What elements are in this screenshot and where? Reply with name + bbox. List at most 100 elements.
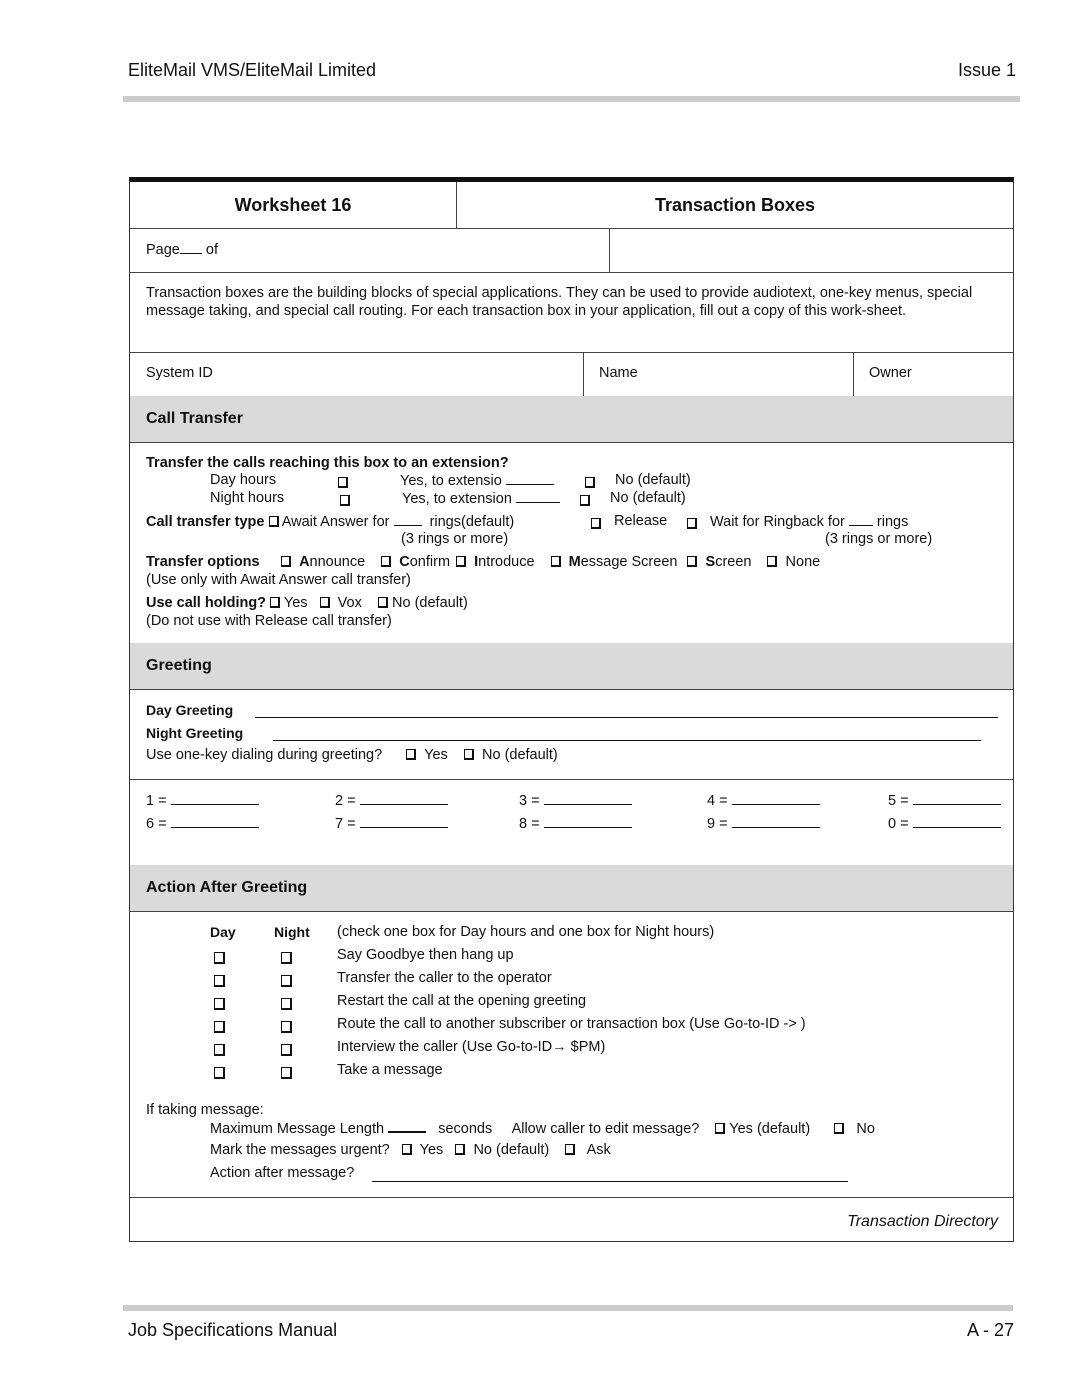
key-label: 3 = <box>519 793 540 809</box>
holding-vox-label: Vox <box>337 595 362 611</box>
transfer-option: None <box>767 554 820 570</box>
intro-row: Transaction boxes are the building block… <box>130 272 1013 353</box>
action-after-body: Day Night (check one box for Day hours a… <box>130 911 1013 1198</box>
one-key-yes-checkbox[interactable] <box>406 749 417 760</box>
holding-no-label: No (default) <box>392 595 468 611</box>
night-action-checkbox[interactable] <box>281 952 292 964</box>
key-assignment: 8 = <box>519 815 632 832</box>
await-answer-label: Await Answer for <box>281 514 390 530</box>
transfer-option-checkbox[interactable] <box>281 556 291 567</box>
day-no-checkbox[interactable] <box>585 477 595 488</box>
key-assignment-blank[interactable] <box>731 792 820 805</box>
urgent-ask-checkbox[interactable] <box>565 1144 576 1155</box>
night-yes-label: Yes, to extension <box>402 491 512 507</box>
night-greeting-blank[interactable] <box>273 740 981 741</box>
rings-default-label: rings(default) <box>429 514 515 530</box>
key-assignment-blank[interactable] <box>731 815 820 828</box>
allow-edit-label: Allow caller to edit message? <box>511 1121 700 1137</box>
id-fields-row: System ID Name Owner <box>130 352 1013 397</box>
transfer-option-checkbox[interactable] <box>550 556 561 567</box>
key-label: 8 = <box>519 816 540 832</box>
action-option-label: Say Goodbye then hang up <box>337 947 514 963</box>
edit-no-checkbox[interactable] <box>834 1123 845 1134</box>
day-action-checkbox[interactable] <box>214 975 225 987</box>
night-action-checkbox[interactable] <box>281 975 292 987</box>
transfer-option-checkbox[interactable] <box>381 556 392 567</box>
action-after-message-label: Action after message? <box>210 1165 355 1181</box>
day-yes-checkbox[interactable] <box>338 477 348 488</box>
key-assignment-blank[interactable] <box>912 792 1001 805</box>
night-hours-label: Night hours <box>210 490 285 506</box>
night-no-label: No (default) <box>610 490 686 506</box>
transfer-option-label: ntroduce <box>478 554 535 570</box>
one-key-no-checkbox[interactable] <box>463 749 474 760</box>
key-assignment-blank[interactable] <box>543 792 632 805</box>
key-assignment: 5 = <box>888 792 1001 809</box>
document-issue: Issue 1 <box>957 60 1016 80</box>
await-rings-blank[interactable] <box>393 513 422 526</box>
night-action-checkbox[interactable] <box>281 1021 292 1033</box>
holding-yes-checkbox[interactable] <box>270 597 281 608</box>
page-of-label: of <box>205 242 218 258</box>
holding-no-checkbox[interactable] <box>377 597 388 608</box>
owner-field[interactable]: Owner <box>869 365 912 381</box>
day-greeting-label: Day Greeting <box>146 702 234 718</box>
urgent-no-checkbox[interactable] <box>455 1144 466 1155</box>
urgent-yes-checkbox[interactable] <box>401 1144 412 1155</box>
name-field[interactable]: Name <box>599 365 638 381</box>
day-action-checkbox[interactable] <box>214 998 225 1010</box>
night-yes-checkbox[interactable] <box>340 495 350 506</box>
key-assignment-blank[interactable] <box>359 815 448 828</box>
day-greeting-blank[interactable] <box>255 717 998 718</box>
wait-ringback-checkbox[interactable] <box>687 518 697 529</box>
call-transfer-section-header: Call Transfer <box>130 396 1013 443</box>
divider <box>609 228 610 272</box>
key-assignment: 2 = <box>335 792 448 809</box>
day-yes-option: Yes, to extensio <box>400 472 554 489</box>
day-action-checkbox[interactable] <box>214 1021 225 1033</box>
night-action-checkbox[interactable] <box>281 998 292 1010</box>
night-action-checkbox[interactable] <box>281 1044 292 1056</box>
transfer-option-label: creen <box>715 554 752 570</box>
urgent-yes-label: Yes <box>419 1142 444 1158</box>
transfer-option-label: nnounce <box>309 554 366 570</box>
key-assignment-blank[interactable] <box>359 792 448 805</box>
page-field[interactable]: Page of <box>146 241 218 258</box>
day-action-checkbox[interactable] <box>214 1044 225 1056</box>
action-option-label: Restart the call at the opening greeting <box>337 993 587 1009</box>
urgent-no-label: No (default) <box>473 1142 550 1158</box>
day-action-checkbox[interactable] <box>214 952 225 964</box>
key-assignment-blank[interactable] <box>543 815 632 828</box>
action-after-message-blank[interactable] <box>372 1181 848 1182</box>
system-id-field[interactable]: System ID <box>146 365 213 381</box>
transfer-options-list: Announce Confirm Introduce Message Scree… <box>281 554 820 570</box>
key-assignment-blank[interactable] <box>170 815 259 828</box>
key-assignment-blank[interactable] <box>912 815 1001 828</box>
transfer-option-checkbox[interactable] <box>767 556 778 567</box>
urgent-row: Mark the messages urgent? Yes No (defaul… <box>210 1142 611 1158</box>
edit-yes-checkbox[interactable] <box>715 1123 726 1134</box>
key-label: 7 = <box>335 816 356 832</box>
greeting-heading: Greeting <box>146 657 212 674</box>
call-holding-note: (Do not use with Release call transfer) <box>146 613 392 629</box>
await-answer-checkbox[interactable] <box>268 516 279 527</box>
key-assignment-blank[interactable] <box>170 792 259 805</box>
release-checkbox[interactable] <box>591 518 601 529</box>
transfer-option-checkbox[interactable] <box>687 556 698 567</box>
divider <box>853 352 854 396</box>
holding-vox-checkbox[interactable] <box>319 597 330 608</box>
wait-ringback-label: Wait for Ringback for <box>710 514 845 530</box>
greeting-section-header: Greeting <box>130 643 1013 690</box>
night-extension-blank[interactable] <box>515 490 560 503</box>
day-extension-blank[interactable] <box>505 472 554 485</box>
worksheet-title: Transaction Boxes <box>654 194 816 215</box>
day-action-checkbox[interactable] <box>214 1067 225 1079</box>
key-label: 5 = <box>888 793 909 809</box>
night-action-checkbox[interactable] <box>281 1067 292 1079</box>
transfer-option-checkbox[interactable] <box>456 556 467 567</box>
night-no-checkbox[interactable] <box>580 495 590 506</box>
max-length-blank[interactable] <box>388 1119 427 1133</box>
transfer-option-initial: S <box>705 554 716 570</box>
ringback-rings-blank[interactable] <box>848 513 873 526</box>
one-key-yes-label: Yes <box>424 747 448 763</box>
